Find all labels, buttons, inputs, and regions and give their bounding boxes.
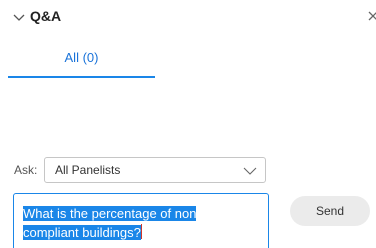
- ask-label: Ask:: [14, 163, 38, 177]
- close-icon[interactable]: [366, 9, 376, 23]
- send-button-label: Send: [315, 204, 345, 218]
- text-caret: [140, 224, 142, 239]
- question-line-1: What is the percentage of non: [23, 206, 197, 221]
- question-text: What is the percentage of non compliant …: [23, 204, 261, 242]
- tab-all[interactable]: All (0): [8, 36, 155, 78]
- ask-recipient-dropdown[interactable]: All Panelists: [44, 157, 266, 183]
- tab-all-label: All (0): [64, 49, 99, 65]
- chevron-down-icon: [243, 167, 257, 175]
- send-button[interactable]: Send: [290, 196, 370, 226]
- qa-panel: Q&A All (0) Ask: All Panelists What is t…: [0, 0, 376, 248]
- chevron-down-icon[interactable]: [12, 10, 26, 24]
- tab-bar: All (0): [0, 36, 376, 78]
- qa-header: Q&A: [0, 0, 376, 36]
- question-line-2: compliant buildings?: [23, 225, 141, 240]
- question-input[interactable]: What is the percentage of non compliant …: [13, 193, 269, 248]
- panel-title: Q&A: [30, 8, 62, 24]
- tab-active-indicator: [8, 76, 155, 78]
- ask-recipient-value: All Panelists: [55, 163, 121, 177]
